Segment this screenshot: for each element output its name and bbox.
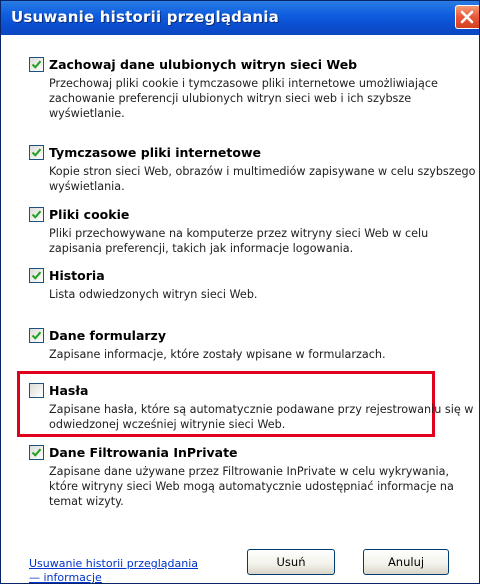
history-label: Historia bbox=[49, 268, 105, 283]
option-favorites: Zachowaj dane ulubionych witryn sieci We… bbox=[29, 57, 469, 121]
option-inprivate: Dane Filtrowania InPrivate Zapisane dane… bbox=[29, 445, 469, 509]
cancel-button[interactable]: Anuluj bbox=[363, 549, 449, 575]
help-link[interactable]: Usuwanie historii przeglądania — informa… bbox=[29, 557, 198, 585]
help-link-line1[interactable]: Usuwanie historii przeglądania bbox=[29, 557, 198, 570]
help-link-line2[interactable]: — informacje bbox=[29, 571, 198, 585]
favorites-label: Zachowaj dane ulubionych witryn sieci We… bbox=[49, 57, 358, 72]
option-temp-files: Tymczasowe pliki internetowe Kopie stron… bbox=[29, 145, 475, 194]
option-history: Historia Lista odwiedzonych witryn sieci… bbox=[29, 268, 469, 302]
close-icon bbox=[460, 10, 474, 24]
inprivate-checkbox[interactable] bbox=[29, 445, 44, 460]
option-form-data: Dane formularzy Zapisane informacje, któ… bbox=[29, 328, 469, 362]
window-title: Usuwanie historii przeglądania bbox=[11, 8, 279, 26]
temp-files-description: Kopie stron sieci Web, obrazów i multime… bbox=[49, 165, 476, 193]
dialog-content: Zachowaj dane ulubionych witryn sieci We… bbox=[1, 35, 479, 585]
form-data-description: Zapisane informacje, które zostały wpisa… bbox=[49, 348, 386, 361]
temp-files-label: Tymczasowe pliki internetowe bbox=[49, 145, 261, 160]
cookies-description: Pliki przechowywane na komputerze przez … bbox=[49, 227, 429, 255]
history-checkbox[interactable] bbox=[29, 268, 44, 283]
dialog-window: Usuwanie historii przeglądania Zachowaj … bbox=[0, 0, 480, 584]
delete-button[interactable]: Usuń bbox=[247, 549, 335, 575]
cookies-label: Pliki cookie bbox=[49, 207, 130, 222]
checkmark-icon bbox=[31, 448, 42, 457]
checkmark-icon bbox=[31, 60, 42, 69]
favorites-checkbox[interactable] bbox=[29, 57, 44, 72]
history-description: Lista odwiedzonych witryn sieci Web. bbox=[49, 288, 258, 301]
option-passwords: Hasła Zapisane hasła, które są automatyc… bbox=[29, 383, 473, 432]
inprivate-label: Dane Filtrowania InPrivate bbox=[49, 445, 238, 460]
cookies-checkbox[interactable] bbox=[29, 207, 44, 222]
form-data-checkbox[interactable] bbox=[29, 328, 44, 343]
title-bar[interactable]: Usuwanie historii przeglądania bbox=[1, 1, 479, 35]
close-button[interactable] bbox=[455, 5, 479, 29]
checkmark-icon bbox=[31, 210, 42, 219]
option-cookies: Pliki cookie Pliki przechowywane na komp… bbox=[29, 207, 469, 256]
inprivate-description: Zapisane dane używane przez Filtrowanie … bbox=[49, 465, 454, 508]
passwords-checkbox[interactable] bbox=[29, 383, 44, 398]
checkmark-icon bbox=[31, 271, 42, 280]
favorites-description: Przechowaj pliki cookie i tymczasowe pli… bbox=[49, 77, 438, 120]
form-data-label: Dane formularzy bbox=[49, 328, 166, 343]
passwords-description: Zapisane hasła, które są automatycznie p… bbox=[49, 403, 474, 431]
checkmark-icon bbox=[31, 331, 42, 340]
temp-files-checkbox[interactable] bbox=[29, 145, 44, 160]
checkmark-icon bbox=[31, 148, 42, 157]
passwords-label: Hasła bbox=[49, 383, 89, 398]
